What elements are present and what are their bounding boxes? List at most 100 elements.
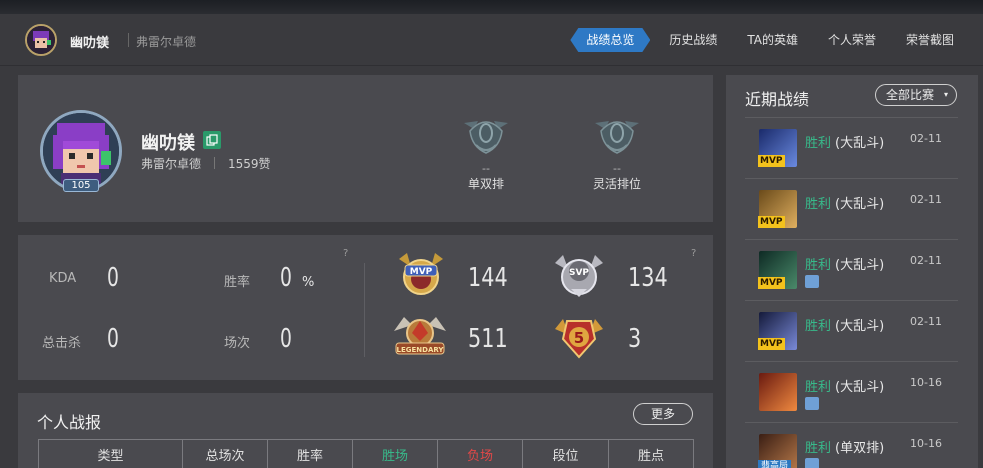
match-date: 02-11: [910, 315, 942, 328]
stats-panel: ? ? KDA 0 胜率 0 % 总击杀 0 场次 0 MVP 144 SVP …: [18, 235, 713, 380]
match-mode: (大乱斗): [835, 380, 885, 395]
screenshot-icon[interactable]: [805, 458, 819, 468]
match-result: 胜利: [805, 441, 832, 456]
profile-panel: 105 幽叻镁 弗雷尔卓德 1559赞 -- 单双排 -- 灵活排位: [18, 75, 713, 222]
report-title: 个人战报: [37, 413, 102, 432]
pentakill-count: 3: [628, 324, 642, 354]
games-value: 0: [280, 324, 292, 354]
header-bar: 幽叻镁 弗雷尔卓德 战绩总览 历史战绩 TA的英雄 个人荣誉 荣誉截图: [0, 14, 983, 66]
profile-server: 弗雷尔卓德: [141, 157, 202, 171]
screenshot-icon[interactable]: [805, 397, 819, 410]
kda-label: KDA: [49, 271, 77, 286]
match-result: 胜利: [805, 319, 832, 334]
screenshot-icon[interactable]: [805, 275, 819, 288]
header-avatar[interactable]: [25, 24, 57, 56]
kda-value: 0: [107, 263, 119, 293]
tab-overview[interactable]: 战绩总览: [570, 28, 650, 52]
level-badge: 105: [63, 179, 99, 192]
col-losses[interactable]: 负场: [438, 440, 523, 468]
report-table-header: 类型 总场次 胜率 胜场 负场 段位 胜点: [38, 439, 694, 468]
legendary-badge-icon: LEGENDARY: [390, 311, 446, 363]
match-result: 胜利: [805, 380, 832, 395]
match-mode: (大乱斗): [835, 258, 885, 273]
more-button[interactable]: 更多: [633, 403, 693, 425]
match-date: 02-11: [910, 254, 942, 267]
winrate-unit: %: [302, 275, 315, 290]
col-total-games[interactable]: 总场次: [183, 440, 268, 468]
list-item[interactable]: MVP 胜利 (大乱斗) 02-11: [745, 179, 958, 240]
svg-text:5: 5: [574, 329, 584, 347]
rank-flex-value: --: [613, 162, 621, 175]
header-server: 弗雷尔卓德: [136, 35, 197, 49]
col-tier[interactable]: 段位: [523, 440, 609, 468]
report-panel: 个人战报 更多 类型 总场次 胜率 胜场 负场 段位 胜点: [18, 393, 713, 468]
stats-divider: [364, 263, 365, 357]
chevron-down-icon: ▾: [944, 90, 949, 99]
recent-matches-panel: 近期战绩 全部比赛 ▾ MVP 胜利 (大乱斗) 02-11 MVP 胜利 (大…: [726, 75, 978, 468]
window-top-strip: [0, 0, 983, 14]
mvp-badge: MVP: [758, 216, 785, 228]
match-tag-badge: 翡高局: [758, 460, 792, 468]
svp-badge-icon: SVP: [551, 249, 607, 301]
col-wins[interactable]: 胜场: [353, 440, 438, 468]
match-date: 10-16: [910, 437, 942, 450]
rank-flex[interactable]: -- 灵活排位: [577, 115, 657, 192]
tab-honors[interactable]: 个人荣誉: [817, 28, 887, 52]
unranked-emblem-icon: [587, 115, 647, 155]
match-mode: (大乱斗): [835, 136, 885, 151]
pentakill-badge-icon: 5: [551, 311, 607, 363]
kills-label: 总击杀: [42, 336, 82, 351]
list-item[interactable]: MVP 胜利 (大乱斗) 02-11: [745, 118, 958, 179]
list-item[interactable]: MVP 胜利 (大乱斗) 02-11: [745, 301, 958, 362]
col-winrate[interactable]: 胜率: [268, 440, 353, 468]
col-type[interactable]: 类型: [39, 440, 183, 468]
tab-screenshots[interactable]: 荣誉截图: [895, 28, 965, 52]
match-result: 胜利: [805, 197, 832, 212]
mvp-badge-icon: MVP: [393, 249, 449, 301]
mvp-count: 144: [468, 263, 508, 293]
winrate-value: 0: [280, 263, 292, 293]
main-nav: 战绩总览 历史战绩 TA的英雄 个人荣誉 荣誉截图: [562, 28, 965, 52]
unranked-emblem-icon: [456, 115, 516, 155]
match-result: 胜利: [805, 136, 832, 151]
profile-divider: [214, 157, 215, 169]
mvp-badge: MVP: [758, 155, 785, 167]
match-mode: (单双排): [835, 441, 885, 456]
match-date: 02-11: [910, 193, 942, 206]
svg-text:MVP: MVP: [410, 267, 433, 277]
rank-solo-value: --: [482, 162, 490, 175]
list-item[interactable]: MVP 胜利 (大乱斗) 02-11: [745, 240, 958, 301]
list-item[interactable]: 胜利 (大乱斗) 10-16: [745, 362, 958, 423]
rank-solo-label: 单双排: [467, 177, 504, 191]
svp-count: 134: [628, 263, 668, 293]
match-date: 02-11: [910, 132, 942, 145]
copy-icon[interactable]: [203, 131, 221, 149]
tab-heroes[interactable]: TA的英雄: [736, 28, 809, 52]
profile-likes: 1559赞: [228, 157, 271, 171]
list-item[interactable]: 翡高局 胜利 (单双排) 10-16: [745, 423, 958, 468]
match-date: 10-16: [910, 376, 942, 389]
mvp-badge: MVP: [758, 338, 785, 350]
legendary-count: 511: [468, 324, 508, 354]
tab-history[interactable]: 历史战绩: [658, 28, 728, 52]
champion-portrait: [759, 373, 797, 411]
match-filter-dropdown[interactable]: 全部比赛 ▾: [875, 84, 958, 106]
svg-text:SVP: SVP: [569, 268, 589, 278]
header-player-name: 幽叻镁: [70, 36, 110, 51]
col-lp[interactable]: 胜点: [609, 440, 693, 468]
rank-solo[interactable]: -- 单双排: [446, 115, 526, 192]
badges-help-icon[interactable]: ?: [691, 248, 696, 259]
recent-title: 近期战绩: [745, 90, 810, 109]
match-mode: (大乱斗): [835, 319, 885, 334]
winrate-label: 胜率: [224, 275, 251, 290]
header-divider: [128, 33, 129, 47]
match-filter-label: 全部比赛: [886, 88, 935, 102]
profile-name: 幽叻镁: [141, 133, 195, 154]
match-mode: (大乱斗): [835, 197, 885, 212]
svg-text:LEGENDARY: LEGENDARY: [397, 346, 445, 354]
games-label: 场次: [224, 336, 251, 351]
mvp-badge: MVP: [758, 277, 785, 289]
rank-flex-label: 灵活排位: [592, 177, 641, 191]
stats-help-icon[interactable]: ?: [343, 248, 348, 259]
kills-value: 0: [107, 324, 119, 354]
